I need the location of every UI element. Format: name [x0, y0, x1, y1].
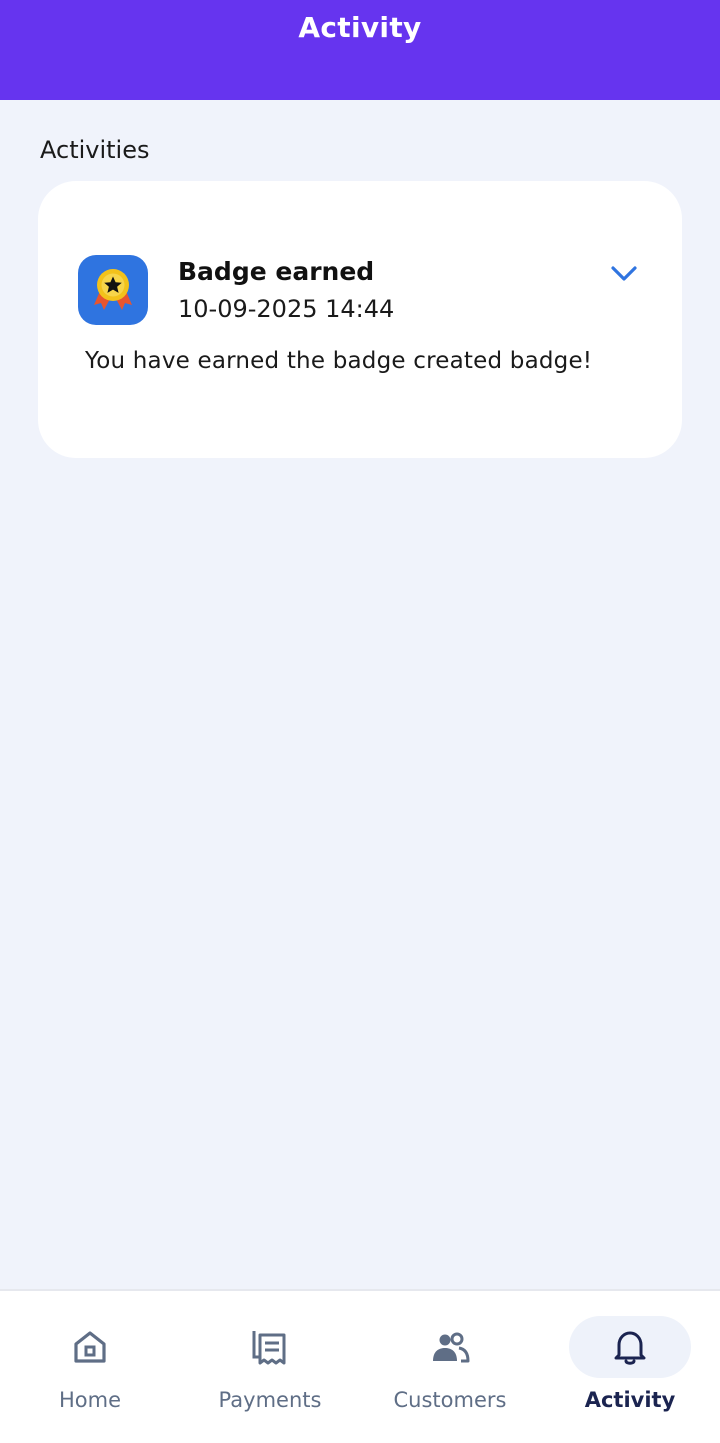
- nav-label-customers: Customers: [393, 1388, 507, 1412]
- section-label: Activities: [40, 136, 150, 164]
- home-icon: [70, 1327, 110, 1367]
- nav-label-activity: Activity: [584, 1388, 676, 1412]
- activity-message: You have earned the badge created badge!: [85, 348, 593, 374]
- receipt-icon: [250, 1327, 290, 1367]
- medal-icon: [78, 255, 148, 325]
- nav-item-payments[interactable]: Payments: [180, 1291, 360, 1441]
- nav-label-payments: Payments: [218, 1388, 322, 1412]
- nav-item-home[interactable]: Home: [0, 1291, 180, 1441]
- people-icon: [430, 1327, 470, 1367]
- chevron-down-icon[interactable]: [608, 261, 640, 285]
- activity-card[interactable]: Badge earned 10-09-2025 14:44 You have e…: [38, 181, 682, 458]
- nav-item-activity[interactable]: Activity: [540, 1291, 720, 1441]
- nav-item-customers[interactable]: Customers: [360, 1291, 540, 1441]
- app-header: Activity: [0, 0, 720, 100]
- bell-icon: [610, 1327, 650, 1367]
- nav-label-home: Home: [58, 1388, 121, 1412]
- activity-timestamp: 10-09-2025 14:44: [178, 295, 395, 323]
- page-title: Activity: [298, 11, 422, 44]
- bottom-navigation: Home Payments Customers Activity: [0, 1289, 720, 1443]
- activity-title: Badge earned: [178, 257, 375, 286]
